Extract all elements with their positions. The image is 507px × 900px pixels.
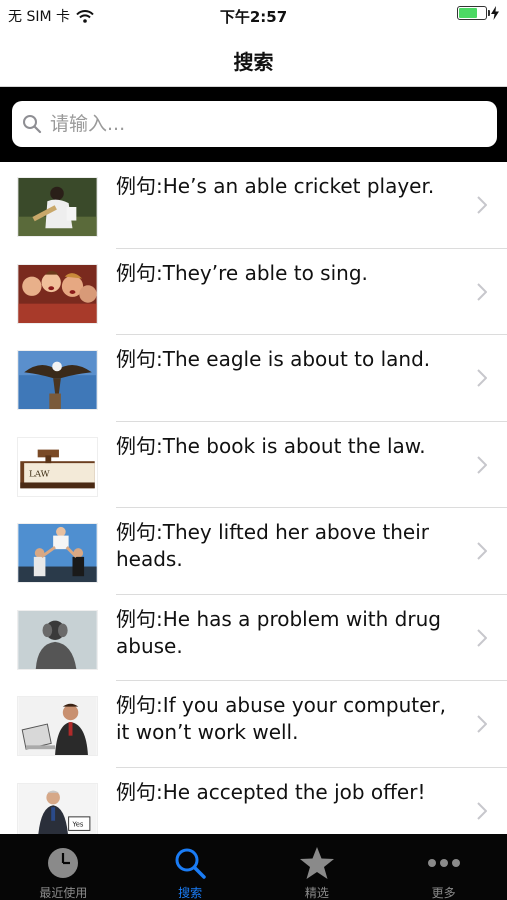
tab-label: 精选 <box>304 886 329 900</box>
clock-icon <box>48 848 79 878</box>
list-item[interactable]: Yes 例句:He accepted the job offer! <box>0 768 507 834</box>
battery-level <box>459 8 478 18</box>
list-item[interactable]: 例句:The eagle is about to land. <box>0 335 507 422</box>
status-bar: 无 SIM 卡 下午2:57 <box>0 0 507 32</box>
businessman-thumbnail: Yes <box>17 782 98 834</box>
tab-featured[interactable]: 精选 <box>254 834 381 900</box>
search-icon <box>175 848 206 879</box>
list-item-label: 例句:He accepted the job offer! <box>116 779 426 804</box>
tab-label: 最近使用 <box>39 886 88 900</box>
law-label: LAW <box>29 469 50 479</box>
list-item[interactable]: 例句:If you abuse your computer, it won’t … <box>0 681 507 768</box>
search-input[interactable] <box>50 113 470 135</box>
more-icon <box>427 859 460 867</box>
chevron-right-icon <box>477 801 487 820</box>
list-item-label: 例句:The eagle is about to land. <box>116 347 431 371</box>
tab-label: 搜索 <box>178 886 203 900</box>
battery-icon <box>457 6 490 20</box>
chevron-right-icon <box>477 455 487 474</box>
charging-bolt-icon <box>491 6 499 20</box>
search-area <box>0 87 507 162</box>
result-list: 例句:He’s an able cricket player. 例句:They’… <box>0 162 507 834</box>
singing-friends-thumbnail <box>17 263 98 324</box>
star-icon <box>299 847 334 879</box>
man-with-laptop-thumbnail <box>17 696 98 756</box>
chevron-right-icon <box>477 542 487 560</box>
list-item-label: 例句:The book is about the law. <box>116 433 426 458</box>
search-icon <box>23 115 42 134</box>
chevron-right-icon <box>477 282 487 301</box>
status-time: 下午2:57 <box>219 8 288 26</box>
tab-recent[interactable]: 最近使用 <box>0 834 127 900</box>
law-book-thumbnail: LAW <box>17 436 98 497</box>
list-item[interactable]: 例句:He’s an able cricket player. <box>0 162 507 249</box>
tab-more[interactable]: 更多 <box>380 834 507 900</box>
list-item[interactable]: 例句:They’re able to sing. <box>0 249 507 336</box>
list-item[interactable]: LAW 例句:The book is about the law. <box>0 422 507 509</box>
list-item[interactable]: 例句:He has a problem with drug abuse. <box>0 595 507 682</box>
list-item-label: 例句:If you abuse your computer, it won’t … <box>116 693 446 744</box>
navigation-bar: 搜索 <box>0 32 507 87</box>
lifting-people-thumbnail <box>17 523 98 583</box>
list-item-label: 例句:They’re able to sing. <box>116 260 368 285</box>
chevron-right-icon <box>477 196 487 214</box>
page-title: 搜索 <box>233 50 274 74</box>
chevron-right-icon <box>477 628 487 647</box>
tab-search[interactable]: 搜索 <box>127 834 254 900</box>
tab-label: 更多 <box>431 886 456 900</box>
cricket-player-thumbnail <box>17 177 98 237</box>
list-item-label: 例句:They lifted her above their heads. <box>116 520 429 571</box>
eagle-thumbnail <box>17 350 98 410</box>
distressed-man-thumbnail <box>17 609 98 670</box>
yes-sign-label: Yes <box>71 820 83 828</box>
tab-bar: 最近使用 搜索 精选 更多 <box>0 834 507 900</box>
status-right <box>457 6 499 20</box>
list-item-label: 例句:He has a problem with drug abuse. <box>116 606 441 658</box>
chevron-right-icon <box>477 369 487 387</box>
chevron-right-icon <box>477 715 487 733</box>
list-item-label: 例句:He’s an able cricket player. <box>116 174 435 198</box>
list-item[interactable]: 例句:They lifted her above their heads. <box>0 508 507 595</box>
search-field[interactable] <box>12 101 497 147</box>
